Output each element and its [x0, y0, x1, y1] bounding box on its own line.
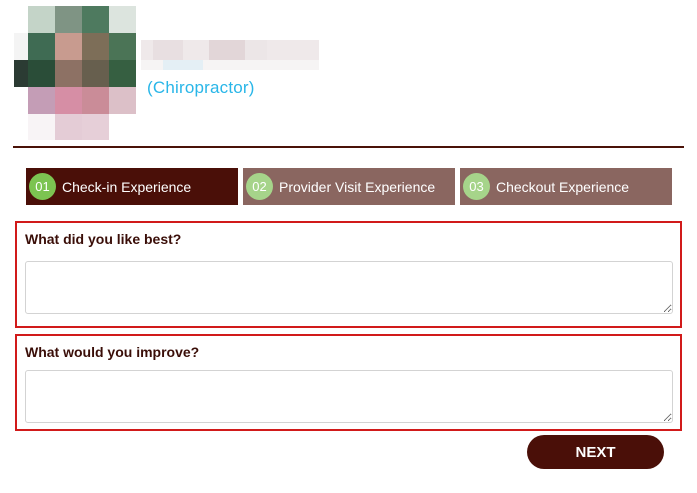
improve-question: What would you improve? [15, 334, 682, 431]
liked-best-textarea[interactable] [25, 261, 673, 314]
step-number-badge: 03 [463, 173, 490, 200]
provider-specialty: (Chiropractor) [147, 78, 255, 97]
improve-label: What would you improve? [25, 344, 200, 360]
liked-best-question: What did you like best? [15, 221, 682, 328]
improve-textarea[interactable] [25, 370, 673, 423]
next-button[interactable]: NEXT [527, 435, 664, 469]
liked-best-label: What did you like best? [25, 231, 182, 247]
provider-avatar [14, 6, 136, 140]
progress-steps: 01 Check-in Experience 02 Provider Visit… [26, 168, 672, 205]
step-label: Check-in Experience [62, 178, 192, 195]
step-number-badge: 02 [246, 173, 273, 200]
step-provider-visit[interactable]: 02 Provider Visit Experience [243, 168, 455, 205]
step-label: Provider Visit Experience [279, 178, 436, 195]
step-number-badge: 01 [29, 173, 56, 200]
step-checkout[interactable]: 03 Checkout Experience [460, 168, 672, 205]
step-check-in[interactable]: 01 Check-in Experience [26, 168, 238, 205]
step-label: Checkout Experience [496, 178, 630, 195]
header-divider [13, 146, 684, 148]
provider-name-redacted [141, 40, 319, 70]
